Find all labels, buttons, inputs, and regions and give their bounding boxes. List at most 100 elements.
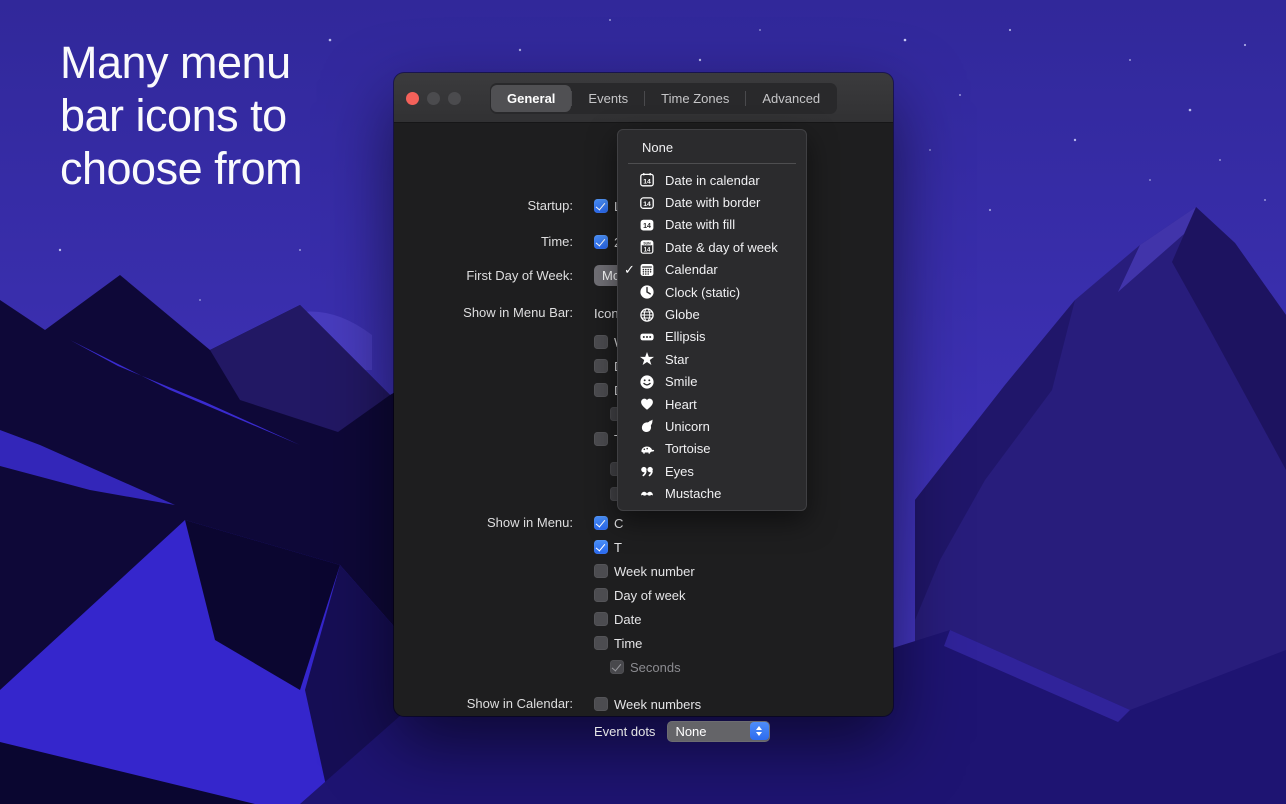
svg-text:14: 14 — [643, 200, 651, 207]
desktop: Many menu bar icons to choose from Gener… — [0, 0, 1286, 804]
menu-item-date-day-of-week[interactable]: SUN 14 Date & day of week — [618, 236, 806, 258]
show-in-menu-row: C — [594, 515, 623, 531]
menu-item-ellipsis[interactable]: Ellipsis — [618, 326, 806, 348]
menu-item-label: Eyes — [665, 464, 694, 479]
event-dots-row: Event dots None — [594, 720, 770, 742]
week-number-row: Week number — [594, 563, 695, 579]
menu-item-date-with-border[interactable]: 14 Date with border — [618, 191, 806, 213]
menu-item-label: Date in calendar — [665, 173, 760, 188]
icon-label: Icon — [594, 306, 619, 321]
event-dots-value: None — [667, 724, 750, 739]
tab-events[interactable]: Events — [572, 85, 644, 112]
seconds-checkbox[interactable] — [610, 660, 624, 674]
date-with-border-icon: 14 — [638, 195, 656, 211]
menu-item-label: Unicorn — [665, 419, 710, 434]
tab-time-zones[interactable]: Time Zones — [645, 85, 745, 112]
ellipsis-icon — [638, 329, 656, 345]
tab-general[interactable]: General — [491, 85, 571, 112]
week-numbers-row: Week numbers — [594, 696, 701, 712]
eyes-icon — [638, 463, 656, 479]
startup-checkbox[interactable] — [594, 199, 608, 213]
menu-item-mustache[interactable]: Mustache — [618, 482, 806, 504]
menu-item-clock[interactable]: Clock (static) — [618, 281, 806, 303]
hero-headline: Many menu bar icons to choose from — [60, 36, 302, 195]
menu-item-star[interactable]: Star — [618, 348, 806, 370]
tab-advanced[interactable]: Advanced — [746, 85, 836, 112]
star-icon — [638, 351, 656, 367]
show-in-menu-row: T — [594, 539, 622, 555]
menu-item-label: Date with border — [665, 195, 760, 210]
preferences-window: General Events Time Zones Advanced Start… — [394, 73, 893, 716]
svg-text:SUN: SUN — [643, 242, 651, 246]
menu-item-label: Date with fill — [665, 217, 735, 232]
first-day-label: First Day of Week: — [394, 268, 573, 283]
label-fragment: C — [614, 516, 623, 531]
icon-row: Icon — [594, 305, 619, 321]
event-dots-label: Event dots — [594, 724, 655, 739]
menu-item-globe[interactable]: Globe — [618, 303, 806, 325]
menu-item-none[interactable]: None — [618, 135, 806, 160]
preferences-tab-bar: General Events Time Zones Advanced — [490, 83, 837, 114]
menu-item-checkbox[interactable] — [594, 540, 608, 554]
menu-item-label: Heart — [665, 397, 697, 412]
menu-item-label: Star — [665, 352, 689, 367]
date-row: Date — [594, 611, 641, 627]
event-dots-popup[interactable]: None — [667, 721, 770, 742]
show-in-menu-label: Show in Menu: — [394, 515, 573, 530]
day-of-week-label: Day of week — [614, 588, 686, 603]
popup-stepper-icon — [750, 722, 769, 740]
menu-item-date-with-fill[interactable]: 14 Date with fill — [618, 214, 806, 236]
menu-item-label: Clock (static) — [665, 285, 740, 300]
menu-item-label: Ellipsis — [665, 329, 705, 344]
day-of-week-checkbox[interactable] — [594, 588, 608, 602]
traffic-lights — [406, 92, 461, 105]
menu-separator — [628, 163, 796, 164]
svg-text:14: 14 — [643, 223, 651, 230]
heart-icon — [638, 396, 656, 412]
smile-icon — [638, 374, 656, 390]
hidden-checkbox[interactable] — [594, 432, 608, 446]
clock-icon — [638, 284, 656, 300]
week-numbers-checkbox[interactable] — [594, 697, 608, 711]
week-number-label: Week number — [614, 564, 695, 579]
week-numbers-label: Week numbers — [614, 697, 701, 712]
date-checkbox[interactable] — [594, 612, 608, 626]
menu-item-tortoise[interactable]: Tortoise — [618, 438, 806, 460]
titlebar[interactable]: General Events Time Zones Advanced — [394, 73, 893, 123]
menu-item-eyes[interactable]: Eyes — [618, 460, 806, 482]
svg-text:14: 14 — [644, 248, 651, 254]
menu-bar-label: Show in Menu Bar: — [394, 305, 573, 320]
menu-item-label: Tortoise — [665, 441, 711, 456]
time-row2: Time — [594, 635, 642, 651]
unicorn-icon — [638, 418, 656, 434]
menu-item-calendar[interactable]: ✓ Calendar — [618, 259, 806, 281]
show-in-calendar-label: Show in Calendar: — [394, 696, 573, 711]
date-label: Date — [614, 612, 641, 627]
time-label: Time: — [394, 234, 573, 249]
menu-item-unicorn[interactable]: Unicorn — [618, 415, 806, 437]
date-with-fill-icon: 14 — [638, 217, 656, 233]
minimize-button[interactable] — [427, 92, 440, 105]
icon-dropdown-menu: None 14 Date in calendar 14 Date with bo… — [617, 129, 807, 511]
time-checkbox2[interactable] — [594, 636, 608, 650]
hidden-checkbox[interactable] — [594, 383, 608, 397]
hidden-checkbox[interactable] — [594, 359, 608, 373]
menu-item-checkbox[interactable] — [594, 516, 608, 530]
time-checkbox[interactable] — [594, 235, 608, 249]
menu-item-smile[interactable]: Smile — [618, 371, 806, 393]
zoom-button[interactable] — [448, 92, 461, 105]
date-day-of-week-icon: SUN 14 — [638, 239, 656, 255]
label-fragment: T — [614, 540, 622, 555]
hidden-checkbox[interactable] — [594, 335, 608, 349]
startup-label: Startup: — [394, 198, 573, 213]
time-label2: Time — [614, 636, 642, 651]
menu-item-label: Date & day of week — [665, 240, 778, 255]
seconds-row: Seconds — [610, 659, 681, 675]
week-number-checkbox[interactable] — [594, 564, 608, 578]
day-of-week-row: Day of week — [594, 587, 686, 603]
close-button[interactable] — [406, 92, 419, 105]
menu-item-date-in-calendar[interactable]: 14 Date in calendar — [618, 169, 806, 191]
menu-item-heart[interactable]: Heart — [618, 393, 806, 415]
menu-item-label: Smile — [665, 374, 698, 389]
menu-item-label: Mustache — [665, 486, 721, 501]
